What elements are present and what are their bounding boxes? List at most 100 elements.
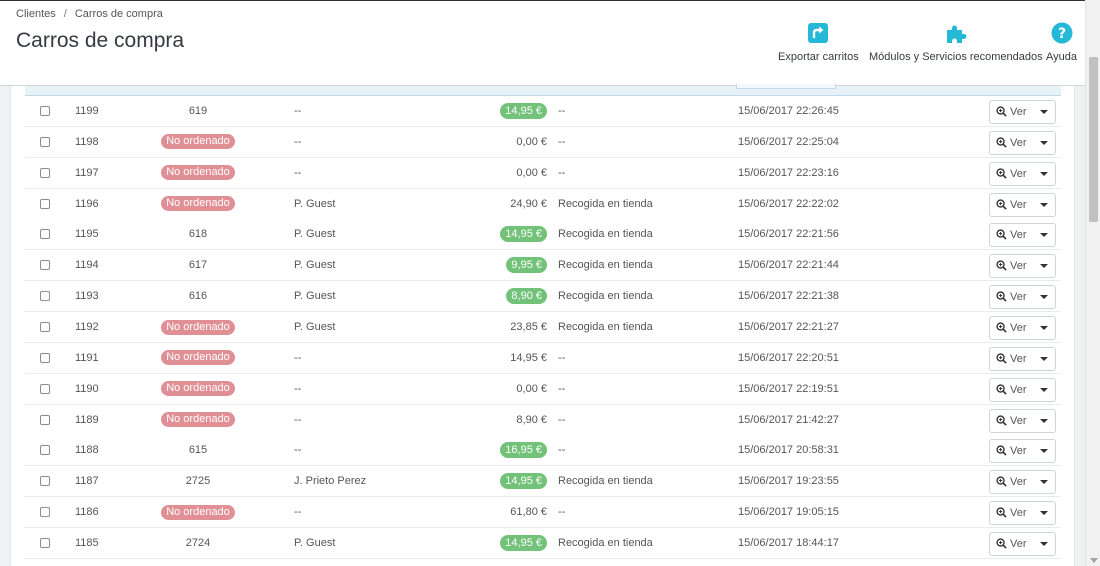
- chevron-down-icon[interactable]: [1040, 480, 1048, 485]
- chevron-down-icon[interactable]: [1040, 325, 1048, 330]
- page-title: Carros de compra: [16, 29, 185, 52]
- table-row[interactable]: 1188 615 -- 16,95 € -- 15/06/2017 20:58:31 Ver: [25, 435, 1061, 467]
- chevron-down-icon[interactable]: [1040, 511, 1048, 516]
- table-row[interactable]: 1198 No ordenado -- 0,00 € -- 15/06/2017 22:2…: [25, 126, 1061, 158]
- view-button-label: Ver: [1010, 167, 1027, 180]
- row-checkbox[interactable]: [40, 537, 50, 548]
- order-cell: No ordenado: [145, 189, 251, 219]
- row-checkbox[interactable]: [40, 198, 50, 209]
- table-row[interactable]: 1195 618 P. Guest 14,95 € Recogida en tienda…: [25, 219, 1061, 251]
- row-checkbox[interactable]: [40, 445, 50, 456]
- order-id: No ordenado: [161, 350, 235, 366]
- filter-row: [25, 84, 1061, 96]
- view-button[interactable]: Ver: [989, 470, 1056, 495]
- carrier-name: --: [558, 506, 566, 519]
- table-row[interactable]: 1189 No ordenado -- 8,90 € -- 15/06/2017 21:4…: [25, 404, 1061, 436]
- table-row[interactable]: 1192 No ordenado P. Guest 23,85 € Recogida e…: [25, 311, 1061, 343]
- help-button[interactable]: ? Ayuda: [1046, 21, 1077, 63]
- row-checkbox[interactable]: [40, 167, 50, 178]
- order-cell: No ordenado: [145, 405, 251, 435]
- recommended-modules-button[interactable]: Módulos y Servicios recomendados: [869, 21, 1043, 63]
- chevron-down-icon[interactable]: [1040, 387, 1048, 392]
- cart-id: 1185: [75, 536, 99, 549]
- view-button-label: Ver: [1010, 229, 1027, 242]
- view-button[interactable]: Ver: [989, 346, 1056, 371]
- table-row[interactable]: 1197 No ordenado -- 0,00 € -- 15/06/2017 22:2…: [25, 157, 1061, 189]
- total-cell: 0,00 €: [445, 374, 547, 404]
- zoom-in-icon: [996, 322, 1007, 333]
- row-checkbox[interactable]: [40, 229, 50, 240]
- page-scrollbar[interactable]: [1085, 0, 1100, 566]
- view-button[interactable]: Ver: [989, 408, 1056, 433]
- table-row[interactable]: 1193 616 P. Guest 8,90 € Recogida en tienda 1…: [25, 281, 1061, 313]
- table-row[interactable]: 1185 2724 P. Guest 14,95 € Recogida en tiend…: [25, 527, 1061, 559]
- row-checkbox[interactable]: [40, 507, 50, 518]
- zoom-in-icon: [996, 106, 1007, 117]
- carrier-name: --: [558, 351, 566, 364]
- zoom-in-icon: [996, 445, 1007, 457]
- cart-total: 0,00 €: [516, 166, 547, 179]
- view-button-label: Ver: [1010, 352, 1027, 365]
- chevron-down-icon[interactable]: [1040, 110, 1048, 114]
- view-button[interactable]: Ver: [989, 100, 1056, 124]
- table-row[interactable]: 1196 No ordenado P. Guest 24,90 € Recogida e…: [25, 188, 1061, 220]
- cart-total: 0,00 €: [516, 135, 547, 148]
- table-row[interactable]: 1190 No ordenado -- 0,00 € -- 15/06/2017 22:1…: [25, 373, 1061, 405]
- help-icon: ?: [1051, 22, 1072, 44]
- view-button-label: Ver: [1010, 445, 1027, 458]
- zoom-in-icon: [996, 353, 1007, 364]
- carrier-name: Recogida en tienda: [558, 475, 653, 488]
- row-checkbox[interactable]: [40, 476, 50, 487]
- view-button[interactable]: Ver: [989, 130, 1056, 155]
- cart-id: 1188: [75, 444, 99, 457]
- row-checkbox[interactable]: [40, 414, 50, 425]
- order-id: 615: [188, 444, 208, 457]
- view-button[interactable]: Ver: [989, 531, 1056, 556]
- row-checkbox[interactable]: [40, 106, 50, 116]
- chevron-down-icon[interactable]: [1040, 202, 1048, 207]
- view-button[interactable]: Ver: [989, 377, 1056, 402]
- breadcrumb-parent-link[interactable]: Clientes: [16, 8, 56, 20]
- table-row[interactable]: 1191 No ordenado -- 14,95 € -- 15/06/2017 22:…: [25, 342, 1061, 374]
- row-checkbox[interactable]: [40, 383, 50, 394]
- table-row[interactable]: 1199 619 -- 14,95 € -- 15/06/2017 22:26:45 Ver: [25, 96, 1061, 127]
- chevron-down-icon[interactable]: [1040, 233, 1048, 238]
- cart-date: 15/06/2017 22:21:38: [738, 290, 839, 303]
- zoom-in-icon: [996, 384, 1007, 395]
- carrier-name: --: [558, 444, 566, 457]
- table-row[interactable]: 1187 2725 J. Prieto Perez 14,95 € Recogida e…: [25, 466, 1061, 498]
- row-checkbox[interactable]: [40, 136, 50, 147]
- view-button[interactable]: Ver: [989, 501, 1056, 526]
- table-row[interactable]: 1186 No ordenado -- 61,80 € -- 15/06/2017 19:…: [25, 497, 1061, 529]
- filter-date-field[interactable]: [736, 84, 836, 89]
- view-button[interactable]: Ver: [989, 439, 1056, 464]
- breadcrumb: Clientes / Carros de compra: [16, 8, 163, 20]
- view-button[interactable]: Ver: [989, 161, 1056, 186]
- chevron-down-icon[interactable]: [1040, 171, 1048, 176]
- export-carts-button[interactable]: Exportar carritos: [778, 21, 859, 63]
- chevron-down-icon[interactable]: [1040, 140, 1048, 145]
- order-cell: No ordenado: [145, 312, 251, 342]
- view-button[interactable]: Ver: [989, 223, 1056, 248]
- row-checkbox[interactable]: [40, 291, 50, 302]
- row-checkbox[interactable]: [40, 352, 50, 363]
- chevron-down-icon[interactable]: [1040, 356, 1048, 361]
- row-checkbox[interactable]: [40, 260, 50, 271]
- chevron-down-icon[interactable]: [1040, 418, 1048, 423]
- order-cell: No ordenado: [145, 374, 251, 404]
- chevron-down-icon[interactable]: [1040, 541, 1048, 546]
- chevron-down-icon[interactable]: [1040, 295, 1048, 300]
- chevron-down-icon[interactable]: [1040, 449, 1048, 454]
- scroll-down-arrow-icon[interactable]: [1090, 558, 1098, 563]
- scrollbar-thumb[interactable]: [1089, 57, 1098, 222]
- view-button[interactable]: Ver: [989, 254, 1056, 279]
- total-cell: 8,90 €: [445, 405, 547, 435]
- puzzle-icon: [946, 25, 967, 43]
- view-button[interactable]: Ver: [989, 315, 1056, 340]
- order-cell: 2725: [145, 466, 251, 496]
- table-row[interactable]: 1194 617 P. Guest 9,95 € Recogida en tienda 1…: [25, 250, 1061, 282]
- view-button[interactable]: Ver: [989, 192, 1056, 217]
- chevron-down-icon[interactable]: [1040, 264, 1048, 269]
- view-button[interactable]: Ver: [989, 285, 1056, 310]
- row-checkbox[interactable]: [40, 321, 50, 332]
